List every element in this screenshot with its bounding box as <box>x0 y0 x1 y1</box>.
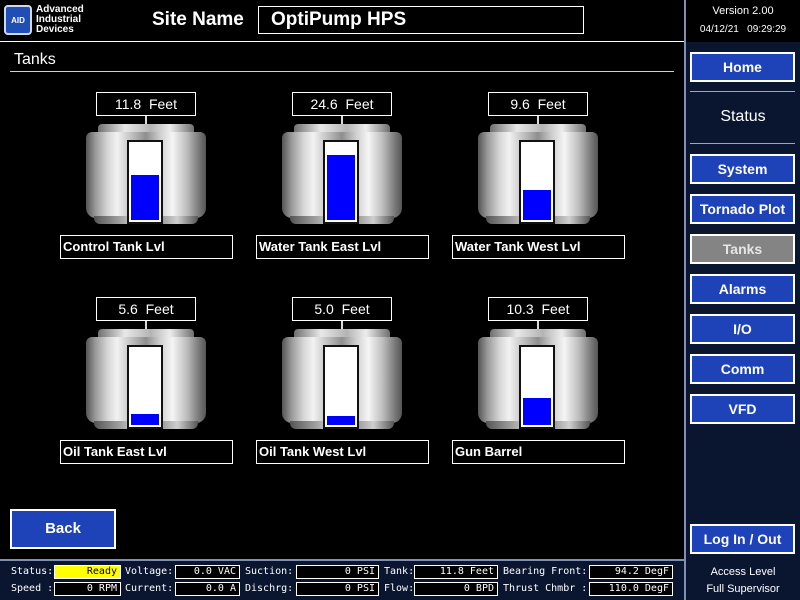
nav-vfd-button[interactable]: VFD <box>690 394 795 424</box>
tank-level-gauge <box>323 140 359 224</box>
tank-level-gauge <box>323 345 359 429</box>
tank-level-readout: 24.6 Feet <box>292 92 392 116</box>
tank-level-gauge <box>127 140 163 224</box>
status-bar: Status: Ready Speed : 0 RPM Voltage: 0.0… <box>0 559 684 600</box>
thrust-chamber-value: 110.0 DegF <box>589 582 673 596</box>
tank-level-readout: 11.8 Feet <box>96 92 196 116</box>
nav-system-button[interactable]: System <box>690 154 795 184</box>
date-time: 04/12/21 09:29:29 <box>686 24 800 35</box>
nav-io-button[interactable]: I/O <box>690 314 795 344</box>
page-title: Tanks <box>14 51 56 68</box>
nav-tornado-plot-button[interactable]: Tornado Plot <box>690 194 795 224</box>
home-button[interactable]: Home <box>690 52 795 82</box>
tank-level-fill <box>523 189 551 220</box>
tank-level-readout: 10.3 Feet <box>488 297 588 321</box>
tank-level-gauge <box>519 345 555 429</box>
date-value: 04/12/21 <box>699 24 739 35</box>
voltage-value: 0.0 VAC <box>175 565 240 579</box>
access-level-value: Full Supervisor <box>706 583 780 595</box>
bearing-front-value: 94.2 DegF <box>589 565 673 579</box>
tank-level-readout: 9.6 Feet <box>488 92 588 116</box>
nav-tanks-button[interactable]: Tanks <box>690 234 795 264</box>
header-divider <box>0 41 684 42</box>
tank-label: Tank: <box>384 566 415 577</box>
tank-level-gauge <box>127 345 163 429</box>
status-divider-top <box>690 91 795 92</box>
tank-level-fill <box>131 175 159 220</box>
voltage-label: Voltage: <box>125 566 174 577</box>
tank-level-fill <box>327 415 355 425</box>
status-heading: Status <box>720 108 766 125</box>
tank-name-label: Gun Barrel <box>452 440 625 464</box>
tank-level-readout: 5.0 Feet <box>292 297 392 321</box>
nav-comm-button[interactable]: Comm <box>690 354 795 384</box>
tank-water-east: 24.6 Feet Water Tank East Lvl <box>256 92 430 272</box>
time-value: 09:29:29 <box>747 24 787 35</box>
status-label: Status: <box>11 566 54 577</box>
thrust-chamber-label: Thrust Chmbr : <box>503 583 588 594</box>
discharge-value: 0 PSI <box>296 582 379 596</box>
tank-gun-barrel: 10.3 Feet Gun Barrel <box>452 297 626 477</box>
suction-label: Suction: <box>245 566 294 577</box>
company-logo-icon: AID <box>4 5 32 35</box>
status-value: Ready <box>54 565 121 579</box>
version-label: Version 2.00 <box>712 5 774 17</box>
speed-label: Speed : <box>11 583 54 594</box>
tank-name-label: Control Tank Lvl <box>60 235 233 259</box>
title-underline <box>10 71 674 72</box>
tank-oil-west: 5.0 Feet Oil Tank West Lvl <box>256 297 430 477</box>
tank-water-west: 9.6 Feet Water Tank West Lvl <box>452 92 626 272</box>
suction-value: 0 PSI <box>296 565 379 579</box>
tank-name-label: Water Tank West Lvl <box>452 235 625 259</box>
site-name-label: Site Name <box>152 9 244 30</box>
tank-name-label: Oil Tank East Lvl <box>60 440 233 464</box>
company-name-line: Devices <box>36 24 74 35</box>
tank-level-fill <box>327 154 355 220</box>
flow-label: Flow: <box>384 583 415 594</box>
tank-oil-east: 5.6 Feet Oil Tank East Lvl <box>60 297 234 477</box>
tank-name-label: Oil Tank West Lvl <box>256 440 429 464</box>
discharge-label: Dischrg: <box>245 583 294 594</box>
tank-level-readout: 5.6 Feet <box>96 297 196 321</box>
tank-control: 11.8 Feet Control Tank Lvl <box>60 92 234 272</box>
company-name: Advanced Industrial Devices <box>36 5 84 35</box>
tank-level-gauge <box>519 140 555 224</box>
status-divider-bottom <box>690 143 795 144</box>
bearing-front-label: Bearing Front: <box>503 566 588 577</box>
tank-level-fill <box>523 398 551 425</box>
flow-value: 0 BPD <box>414 582 498 596</box>
site-name-field: OptiPump HPS <box>258 6 584 34</box>
current-value: 0.0 A <box>175 582 240 596</box>
speed-value: 0 RPM <box>54 582 121 596</box>
nav-alarms-button[interactable]: Alarms <box>690 274 795 304</box>
back-button[interactable]: Back <box>10 509 116 549</box>
tank-value: 11.8 Feet <box>414 565 498 579</box>
access-level-label: Access Level <box>710 566 776 578</box>
tank-level-fill <box>131 414 159 425</box>
current-label: Current: <box>125 583 174 594</box>
tank-name-label: Water Tank East Lvl <box>256 235 429 259</box>
login-logout-button[interactable]: Log In / Out <box>690 524 795 554</box>
